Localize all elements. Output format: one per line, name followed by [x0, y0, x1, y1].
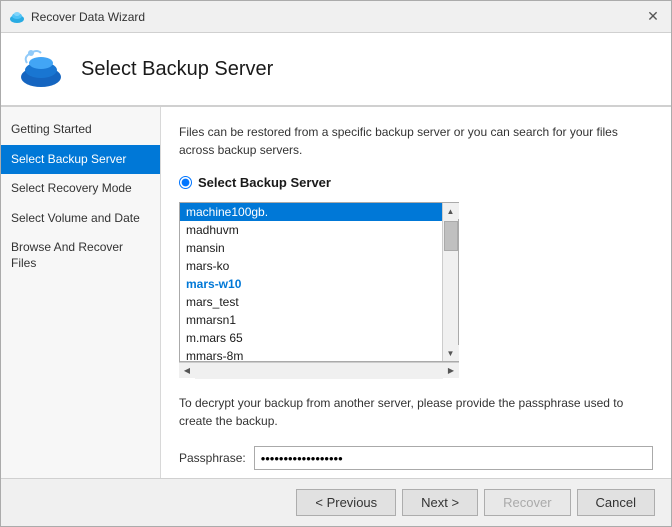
- title-bar-left: Recover Data Wizard: [9, 9, 145, 25]
- list-item[interactable]: mars-w10: [180, 275, 442, 293]
- main-content: Files can be restored from a specific ba…: [161, 107, 671, 478]
- list-item[interactable]: mars_test: [180, 293, 442, 311]
- list-item[interactable]: mmarsn1: [180, 311, 442, 329]
- recover-button[interactable]: Recover: [484, 489, 570, 516]
- scroll-left-arrow[interactable]: ◀: [179, 363, 195, 379]
- select-backup-server-radio[interactable]: [179, 176, 192, 189]
- list-and-scrollbar: machine100gb. madhuvm mansin mars-ko mar…: [179, 202, 459, 362]
- header-section: Select Backup Server: [1, 33, 671, 107]
- list-item[interactable]: mmars-8m: [180, 347, 442, 361]
- sidebar: Getting Started Select Backup Server Sel…: [1, 107, 161, 478]
- page-title: Select Backup Server: [81, 58, 273, 81]
- list-item[interactable]: mansin: [180, 239, 442, 257]
- cancel-button[interactable]: Cancel: [577, 489, 655, 516]
- sidebar-item-select-backup-server[interactable]: Select Backup Server: [1, 145, 160, 175]
- scroll-thumb[interactable]: [444, 221, 458, 251]
- sidebar-item-browse-and-recover[interactable]: Browse And Recover Files: [1, 233, 160, 278]
- content-area: Getting Started Select Backup Server Sel…: [1, 107, 671, 478]
- description-text: Files can be restored from a specific ba…: [179, 123, 653, 159]
- decrypt-text: To decrypt your backup from another serv…: [179, 394, 653, 430]
- scroll-down-arrow[interactable]: ▼: [443, 345, 459, 361]
- title-bar: Recover Data Wizard ✕: [1, 1, 671, 33]
- list-item[interactable]: machine100gb.: [180, 203, 442, 221]
- horizontal-scrollbar[interactable]: ◀ ▶: [179, 362, 459, 378]
- close-button[interactable]: ✕: [643, 7, 663, 27]
- previous-button[interactable]: < Previous: [296, 489, 396, 516]
- footer: < Previous Next > Recover Cancel: [1, 478, 671, 526]
- app-icon: [9, 9, 25, 25]
- sidebar-item-getting-started[interactable]: Getting Started: [1, 115, 160, 145]
- window: Recover Data Wizard ✕ Select Backup Serv…: [0, 0, 672, 527]
- next-button[interactable]: Next >: [402, 489, 478, 516]
- list-item[interactable]: madhuvm: [180, 221, 442, 239]
- radio-label[interactable]: Select Backup Server: [198, 175, 331, 190]
- h-scroll-track[interactable]: [195, 363, 443, 379]
- passphrase-input[interactable]: [254, 446, 653, 470]
- passphrase-row: Passphrase:: [179, 446, 653, 470]
- list-item[interactable]: mars-ko: [180, 257, 442, 275]
- server-list[interactable]: machine100gb. madhuvm mansin mars-ko mar…: [180, 203, 442, 361]
- passphrase-label: Passphrase:: [179, 451, 246, 465]
- scroll-up-arrow[interactable]: ▲: [443, 203, 459, 219]
- sidebar-item-select-volume-and-date[interactable]: Select Volume and Date: [1, 204, 160, 234]
- radio-group: Select Backup Server: [179, 175, 653, 190]
- list-item[interactable]: m.mars 65: [180, 329, 442, 347]
- window-title: Recover Data Wizard: [31, 10, 145, 24]
- scroll-right-arrow[interactable]: ▶: [443, 363, 459, 379]
- header-icon: [17, 45, 65, 93]
- server-list-wrapper: machine100gb. madhuvm mansin mars-ko mar…: [179, 202, 459, 378]
- sidebar-item-select-recovery-mode[interactable]: Select Recovery Mode: [1, 174, 160, 204]
- scrollbar-y[interactable]: ▲ ▼: [442, 203, 458, 361]
